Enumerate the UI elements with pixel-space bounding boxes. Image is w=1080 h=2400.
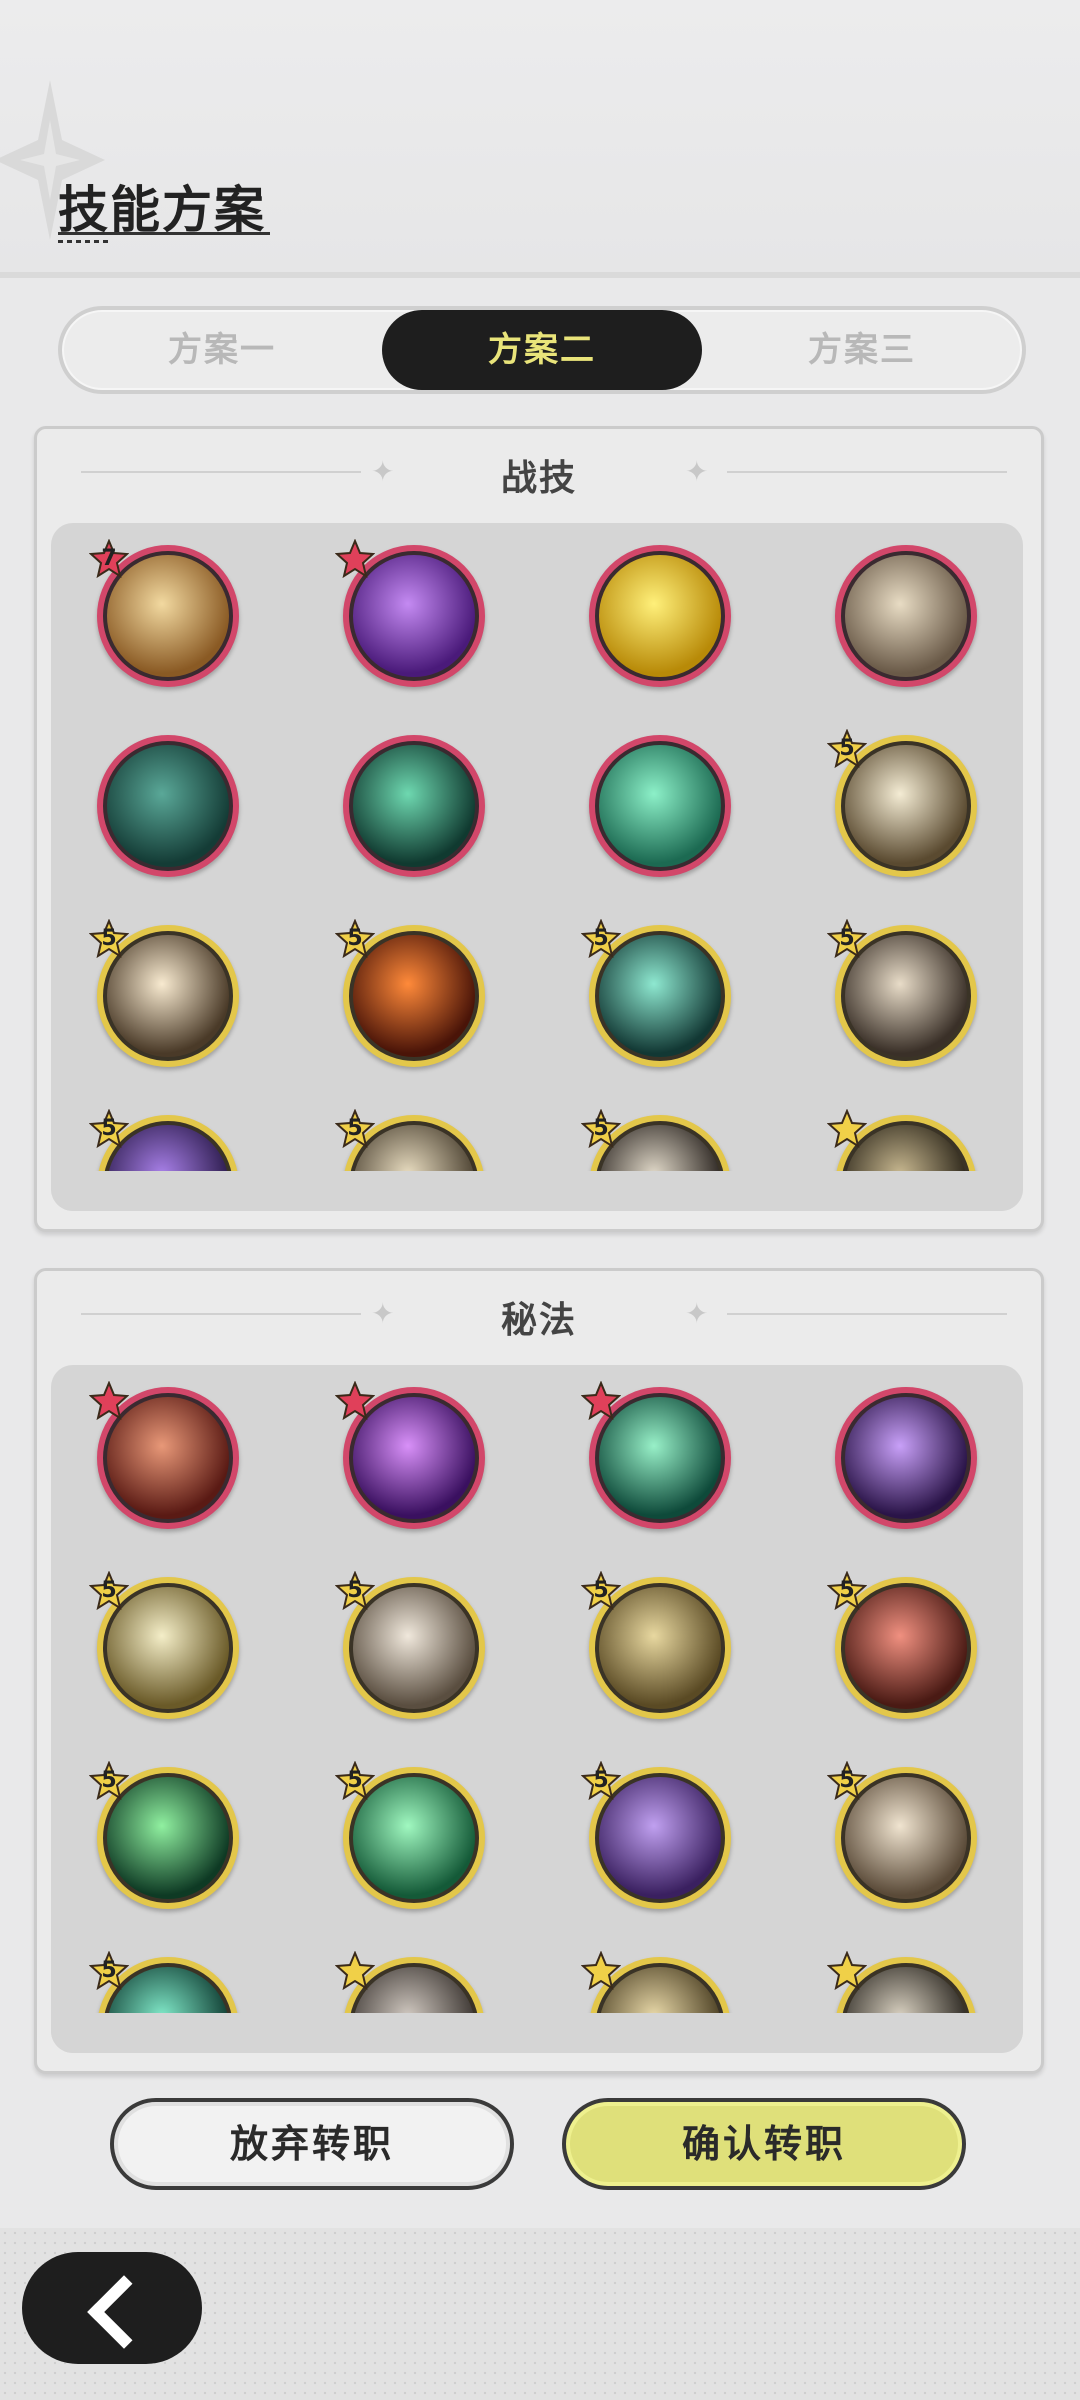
fire-swirl-icon[interactable]: 5 xyxy=(335,919,485,1067)
red-fist-icon[interactable] xyxy=(89,1381,239,1529)
green-leaf-slash-icon[interactable]: 5 xyxy=(89,1761,239,1909)
golden-slash-icon[interactable]: 7 xyxy=(89,539,239,687)
divider-line xyxy=(727,1313,1007,1315)
star-rank-badge: 5 xyxy=(581,1761,621,1801)
star-rank-badge: 5 xyxy=(827,919,867,959)
roaring-face-icon[interactable]: 5 xyxy=(827,919,977,1067)
star-rank-badge: 5 xyxy=(827,1571,867,1611)
star-rank-badge: 5 xyxy=(827,1761,867,1801)
sword-upgrade-icon[interactable]: 5 xyxy=(827,1761,977,1909)
sparkle-icon: ✦ xyxy=(685,455,709,488)
star-rank-badge: 5 xyxy=(335,1761,375,1801)
light-spear-icon[interactable]: 5 xyxy=(827,729,977,877)
star-rank-badge xyxy=(827,1109,867,1149)
star-rank-badge: 5 xyxy=(89,1761,129,1801)
arcane-skills-panel: ✦ 秘法 ✦ 555555555 xyxy=(34,1268,1044,2074)
sparkle-icon: ✦ xyxy=(685,1297,709,1330)
green-whirl-up-icon[interactable] xyxy=(589,735,731,877)
star-rank-badge xyxy=(335,1951,375,1991)
tab-plan-3[interactable]: 方案三 xyxy=(702,310,1022,390)
confirm-class-change-button[interactable]: 确认转职 xyxy=(562,2098,966,2190)
sword-burst-icon[interactable] xyxy=(343,735,485,877)
purple-figure-icon[interactable] xyxy=(835,1387,977,1529)
star-rank-badge: 7 xyxy=(89,539,129,579)
purple-beast-icon[interactable]: 5 xyxy=(581,1761,731,1909)
golden-shield-up-icon[interactable] xyxy=(589,545,731,687)
abandon-class-change-button[interactable]: 放弃转职 xyxy=(110,2098,514,2190)
golden-guardian-icon[interactable]: 5 xyxy=(581,1571,731,1719)
green-heal-circle-icon[interactable] xyxy=(581,1381,731,1529)
star-rank-badge xyxy=(89,1381,129,1421)
star-rank-badge xyxy=(335,539,375,579)
star-rank-badge: 5 xyxy=(581,919,621,959)
header-bar: 技能方案 xyxy=(0,0,1080,278)
star-rank-badge: 5 xyxy=(89,1571,129,1611)
chevron-left-icon xyxy=(87,2275,161,2349)
spider-web-icon[interactable] xyxy=(97,735,239,877)
star-rank-badge: 5 xyxy=(581,1109,621,1149)
skill-grid[interactable]: 5 5 5 5 5 5 5 5 5 xyxy=(51,1365,1023,2053)
wind-crescent-icon[interactable]: 5 xyxy=(581,919,731,1067)
star-rank-badge xyxy=(335,1381,375,1421)
star-rank-badge xyxy=(581,1951,621,1991)
star-rank-badge: 5 xyxy=(89,919,129,959)
skill-grid[interactable]: 7 5 5 5 5 5 5 5 5 xyxy=(51,523,1023,1211)
purple-roses-icon[interactable] xyxy=(335,539,485,687)
green-heart-icon[interactable]: 5 xyxy=(335,1761,485,1909)
star-rank-badge: 5 xyxy=(335,919,375,959)
star-rank-badge: 5 xyxy=(335,1571,375,1611)
section-title: 秘法 xyxy=(500,1300,577,1341)
crimson-armor-icon[interactable]: 5 xyxy=(827,1571,977,1719)
earth-explosion-icon[interactable]: 5 xyxy=(89,919,239,1067)
star-rank-badge: 5 xyxy=(827,729,867,769)
crystal-blade-icon[interactable]: 5 xyxy=(335,1571,485,1719)
star-rank-badge: 5 xyxy=(89,1109,129,1149)
tab-plan-2[interactable]: 方案二 xyxy=(382,310,702,390)
grasping-hand-icon[interactable] xyxy=(835,545,977,687)
star-rank-badge xyxy=(827,1951,867,1991)
plan-tabs: 方案一 方案二 方案三 xyxy=(58,306,1026,394)
star-rank-badge: 5 xyxy=(581,1571,621,1611)
star-rank-badge: 5 xyxy=(335,1109,375,1149)
divider-line xyxy=(727,471,1007,473)
tab-plan-1[interactable]: 方案一 xyxy=(62,310,382,390)
star-rank-badge: 5 xyxy=(89,1951,129,1991)
star-rank-badge xyxy=(581,1381,621,1421)
section-title: 战技 xyxy=(500,458,577,499)
combat-skills-panel: ✦ 战技 ✦ 755555555 xyxy=(34,426,1044,1232)
back-button[interactable] xyxy=(22,2252,202,2364)
title-underline xyxy=(58,232,270,235)
title-dots xyxy=(58,240,108,243)
purple-flame-icon[interactable] xyxy=(335,1381,485,1529)
all-seeing-eye-icon[interactable]: 5 xyxy=(89,1571,239,1719)
